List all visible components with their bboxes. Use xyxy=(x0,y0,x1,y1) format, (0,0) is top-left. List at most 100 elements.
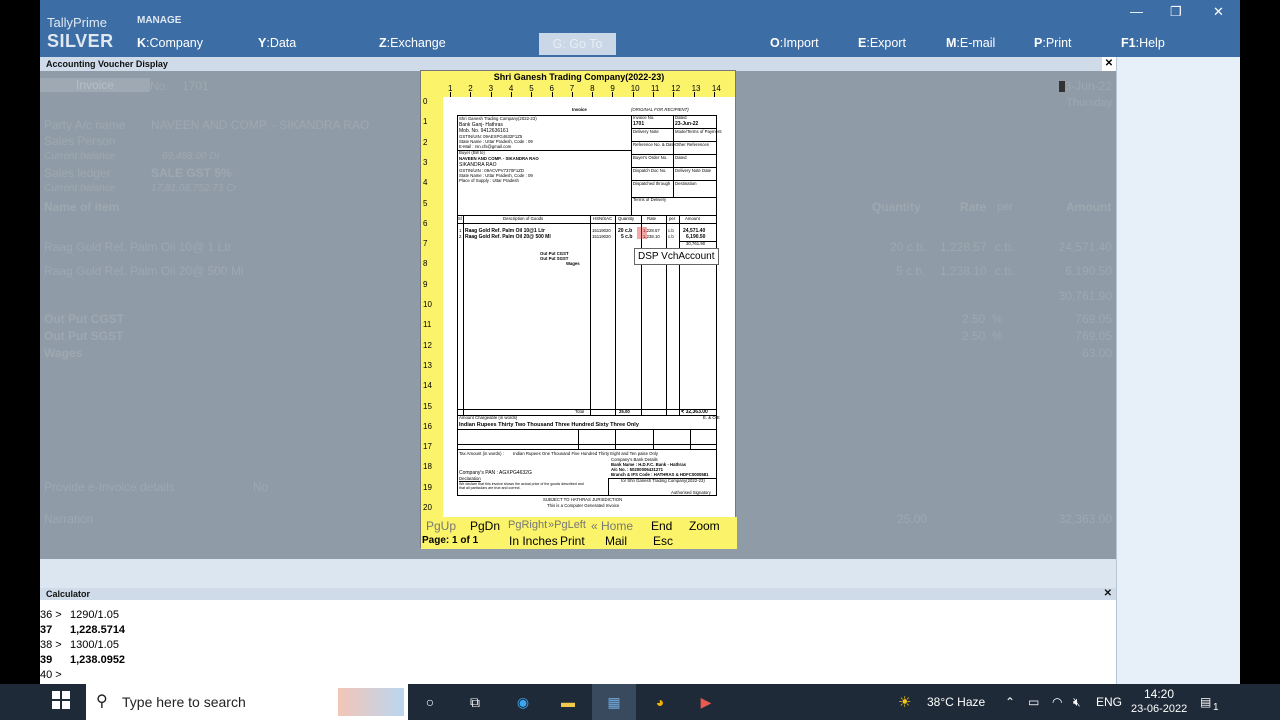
calculator-panel[interactable]: 36 >1290/1.05 37 1,228.5714 38 >1300/1.05… xyxy=(40,600,1116,684)
weather-text[interactable]: 38°C Haze xyxy=(927,695,985,709)
tax-unit: % xyxy=(992,312,1003,326)
meta-label: Buyer's Order No. xyxy=(633,155,668,160)
item-per: c.b. xyxy=(995,240,1015,254)
menu-email[interactable]: M:E-mail xyxy=(946,36,995,50)
menu-exchange[interactable]: Z:Exchange xyxy=(379,36,446,50)
in-inches-button[interactable]: In Inches xyxy=(509,534,558,548)
sales-ledger-value[interactable]: SALE GST 5% xyxy=(151,166,232,180)
current-balance-label: Current balance xyxy=(44,151,116,162)
meta-label: Terms of Delivery xyxy=(633,197,667,202)
current-balance-value: 69,488.00 Dr xyxy=(162,151,220,162)
pgright-button[interactable]: PgRight xyxy=(508,519,547,531)
ruler-tick: 13 xyxy=(423,360,432,370)
col-hsn: HSN/SAC xyxy=(593,216,613,221)
ruler-tick: 7 xyxy=(423,239,428,249)
restore-button[interactable]: ❐ xyxy=(1170,4,1182,20)
calc-result: 39 1,238.0952 xyxy=(40,654,126,666)
brand-edition: SILVER xyxy=(47,31,114,51)
end-button[interactable]: End xyxy=(651,519,672,533)
tax-name: Out Put SGST xyxy=(44,329,124,343)
close-button[interactable]: ✕ xyxy=(1213,4,1224,20)
calculator-title-text: Calculator xyxy=(46,589,91,599)
computer-generated: This is a Computer Generated Invoice xyxy=(547,503,620,508)
edge-icon[interactable]: ◉ xyxy=(512,692,534,712)
ruler-tick: 12 xyxy=(423,340,432,350)
voucher-date[interactable]: 3-Jun-22 xyxy=(1057,79,1112,93)
weather-icon[interactable]: ☀ xyxy=(898,693,911,711)
item-qty: 20 c.b. xyxy=(890,240,927,254)
pgup-button[interactable]: PgUp xyxy=(426,519,456,533)
clock-date[interactable]: 23-06-2022 xyxy=(1131,703,1187,715)
esc-button[interactable]: Esc xyxy=(653,534,673,548)
calculator-title: Calculator ✕ xyxy=(40,588,1116,600)
item-name: Raag Gold Ref. Palm Oil 20@ 500 Ml xyxy=(44,264,244,278)
item-per: c.b. xyxy=(995,264,1015,278)
wifi-icon[interactable]: ◠ xyxy=(1052,695,1062,709)
menu-export[interactable]: E:Export xyxy=(858,36,906,50)
menu-help[interactable]: F1:Help xyxy=(1121,36,1165,50)
ruler-top: 1 2 3 4 5 6 7 8 9 10 11 12 13 14 xyxy=(443,83,735,97)
panel-title-text: Accounting Voucher Display xyxy=(46,59,168,69)
cell-highlight xyxy=(637,227,647,239)
preview-close-icon[interactable]: ✕ xyxy=(1102,57,1116,71)
item-rate: 1,238.10 xyxy=(940,264,987,278)
voucher-no-label: No. xyxy=(150,79,169,93)
invoice-no: 1701 xyxy=(633,121,645,127)
inv-line-sl: 2 xyxy=(459,234,462,239)
declaration-text: We declare that this invoice shows the a… xyxy=(459,482,584,491)
calc-result: 37 1,228.5714 xyxy=(40,624,126,636)
meta-label: Dated xyxy=(675,155,687,160)
buyer-line: Place of Supply : Uttar Pradesh xyxy=(459,178,519,183)
chrome-icon[interactable]: ◕ xyxy=(649,692,671,712)
preview-title: Shri Ganesh Trading Company(2022-23) xyxy=(493,72,665,82)
meta-label: Dispatched through xyxy=(633,181,671,186)
home-button[interactable]: « Home xyxy=(591,519,633,533)
print-preview: Shri Ganesh Trading Company(2022-23) 123… xyxy=(420,70,737,549)
meta-label: Destination xyxy=(675,181,697,186)
print-button[interactable]: Print xyxy=(560,534,585,548)
ruler-tick: 1 xyxy=(423,117,428,127)
language-indicator[interactable]: ENG xyxy=(1096,695,1122,709)
menu-import[interactable]: O:Import xyxy=(770,36,819,50)
file-explorer-icon[interactable]: ▬ xyxy=(557,692,579,712)
ruler-tick: 0 xyxy=(423,97,428,106)
voucher-type: Invoice xyxy=(40,78,150,92)
volume-muted-icon[interactable]: 🔇︎ xyxy=(1073,695,1081,710)
menu-goto[interactable]: G: Go To xyxy=(539,33,616,55)
calc-input[interactable]: 40 > xyxy=(40,669,70,681)
taskbar-search[interactable]: ⚲ Type here to search xyxy=(86,684,408,720)
menu-print[interactable]: P:Print xyxy=(1034,36,1072,50)
party-value[interactable]: NAVEEN AND COMP. - SIKANDRA RAO xyxy=(151,118,369,132)
network-icon[interactable]: ▭ xyxy=(1028,695,1039,709)
pgleft-button[interactable]: »PgLeft xyxy=(548,519,586,531)
ruler-tick: 3 xyxy=(423,157,428,167)
for-company: for Shri Ganesh Trading Company(2022-23) xyxy=(621,478,705,483)
close-icon[interactable]: ✕ xyxy=(1104,588,1112,600)
notification-icon[interactable]: ▤ xyxy=(1200,695,1211,709)
col-amount-header: Amount xyxy=(1066,200,1112,214)
top-bar: TallyPrime SILVER MANAGE K:Company Y:Dat… xyxy=(40,0,1240,57)
video-app-icon[interactable]: ▶ xyxy=(695,692,717,712)
clock-time[interactable]: 14:20 xyxy=(1144,687,1174,701)
sales-person-label: Sales Person xyxy=(44,134,116,148)
menu-data[interactable]: Y:Data xyxy=(258,36,296,50)
tax-amount: 769.05 xyxy=(1075,329,1112,343)
preview-footer: PgUp PgDn PgRight »PgLeft « Home End Zoo… xyxy=(421,517,737,549)
minimize-button[interactable]: — xyxy=(1130,4,1143,19)
ruler-tick: 5 xyxy=(423,198,428,208)
zoom-button[interactable]: Zoom xyxy=(689,519,720,533)
mail-button[interactable]: Mail xyxy=(605,534,627,548)
task-view-icon[interactable]: ⧉ xyxy=(464,692,486,712)
einvoice-value[interactable]: No xyxy=(253,480,268,494)
cortana-icon[interactable]: ○ xyxy=(419,692,441,712)
search-highlight-image xyxy=(338,688,404,716)
ruler-tick: 4 xyxy=(423,178,428,188)
invoice-original: (ORIGINAL FOR RECIPIENT) xyxy=(631,107,689,112)
invoice-page: Invoice (ORIGINAL FOR RECIPIENT) Shri Ga… xyxy=(443,97,735,517)
item-amount: 6,190.50 xyxy=(1065,264,1112,278)
menu-company[interactable]: K:Company xyxy=(137,36,203,50)
chevron-up-icon[interactable]: ⌃ xyxy=(1005,695,1015,709)
pgdn-button[interactable]: PgDn xyxy=(470,519,500,533)
ruler-tick: 19 xyxy=(423,482,432,492)
windows-start-icon[interactable] xyxy=(50,691,72,711)
